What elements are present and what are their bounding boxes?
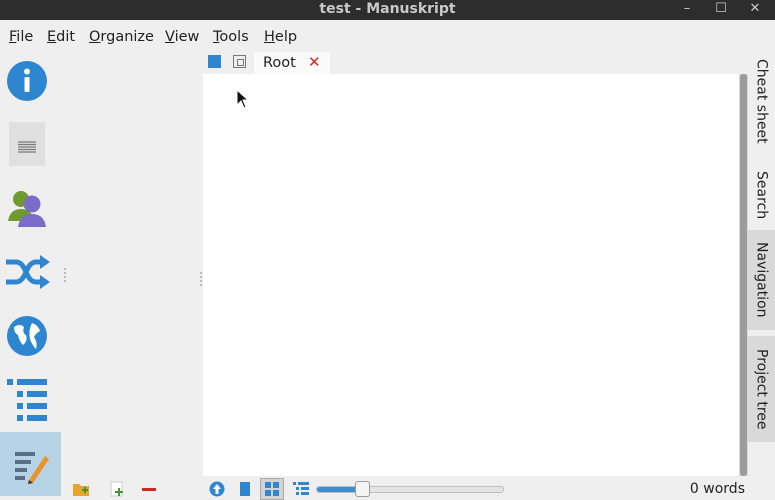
mouse-cursor-icon: [236, 89, 250, 109]
zoom-slider-track[interactable]: [316, 486, 504, 493]
dock-tab-project-tree[interactable]: Project tree: [748, 336, 775, 442]
text-view-button[interactable]: [236, 480, 254, 498]
go-up-button[interactable]: [208, 480, 226, 498]
word-count: 0 words: [689, 481, 745, 497]
minimize-button[interactable]: –: [672, 0, 702, 20]
right-dock: Cheat sheet Search Navigation Project tr…: [748, 52, 775, 500]
editor-tab-bar: Root ✕: [203, 52, 748, 74]
page-icon: [240, 482, 250, 496]
dock-tab-search[interactable]: Search: [748, 160, 775, 230]
menu-edit[interactable]: Edit: [47, 29, 75, 45]
tab-root-label: Root: [263, 55, 296, 71]
list-icon: [293, 482, 309, 495]
sidebar-item-summary[interactable]: [0, 115, 54, 173]
fullscreen-icon[interactable]: [233, 55, 246, 68]
splitter-handle[interactable]: [64, 268, 66, 282]
dock-tab-label: Navigation: [753, 242, 770, 318]
dock-tab-label: Cheat sheet: [753, 58, 770, 144]
maximize-button[interactable]: ☐: [706, 0, 736, 20]
sidebar-item-characters[interactable]: [0, 179, 54, 237]
grid-icon: [265, 482, 279, 496]
vertical-scrollbar[interactable]: [739, 74, 748, 476]
outline-view-button[interactable]: [292, 480, 310, 498]
dock-tab-label: Project tree: [753, 348, 770, 430]
editor-content-area[interactable]: [203, 74, 739, 476]
menu-tools[interactable]: Tools: [213, 29, 249, 45]
sidebar-item-world[interactable]: [0, 307, 54, 365]
split-view-icon[interactable]: [208, 55, 221, 68]
sidebar-item-plots[interactable]: [0, 243, 54, 301]
plot-icon: [6, 255, 50, 289]
characters-icon: [8, 191, 46, 227]
title-bar: test - Manuskript – ☐ ✕: [0, 0, 775, 20]
menu-organize[interactable]: Organize: [89, 29, 154, 45]
arrow-up-icon: [209, 481, 225, 497]
menu-view[interactable]: View: [165, 29, 199, 45]
add-text-icon: [110, 481, 123, 497]
dock-tab-label: Search: [753, 170, 770, 220]
cork-view-button[interactable]: [260, 478, 284, 500]
sidebar-item-outline[interactable]: [0, 370, 54, 428]
tab-close-button[interactable]: ✕: [308, 53, 321, 71]
zoom-slider-handle[interactable]: [355, 481, 370, 497]
close-window-button[interactable]: ✕: [740, 0, 770, 20]
left-sidebar: [0, 52, 62, 500]
menu-help[interactable]: Help: [264, 29, 297, 45]
summary-icon: [9, 122, 45, 166]
dock-tab-cheat-sheet[interactable]: Cheat sheet: [748, 52, 775, 150]
splitter-handle[interactable]: [200, 272, 202, 286]
dock-tab-navigation[interactable]: Navigation: [748, 230, 775, 330]
remove-item-button[interactable]: [140, 480, 158, 498]
info-icon: [7, 61, 47, 101]
add-text-button[interactable]: [108, 480, 126, 498]
window-title: test - Manuskript: [319, 1, 456, 17]
add-folder-button[interactable]: [72, 480, 90, 498]
menu-file[interactable]: File: [9, 29, 33, 45]
sidebar-item-general[interactable]: [0, 52, 54, 110]
minus-icon: [142, 488, 156, 491]
add-folder-icon: [73, 484, 89, 496]
world-icon: [7, 316, 47, 356]
menu-bar: File Edit Organize View Tools Help: [0, 20, 775, 52]
outline-icon: [7, 379, 47, 421]
tab-root[interactable]: Root ✕: [254, 52, 330, 74]
scrollbar-thumb[interactable]: [740, 74, 747, 476]
